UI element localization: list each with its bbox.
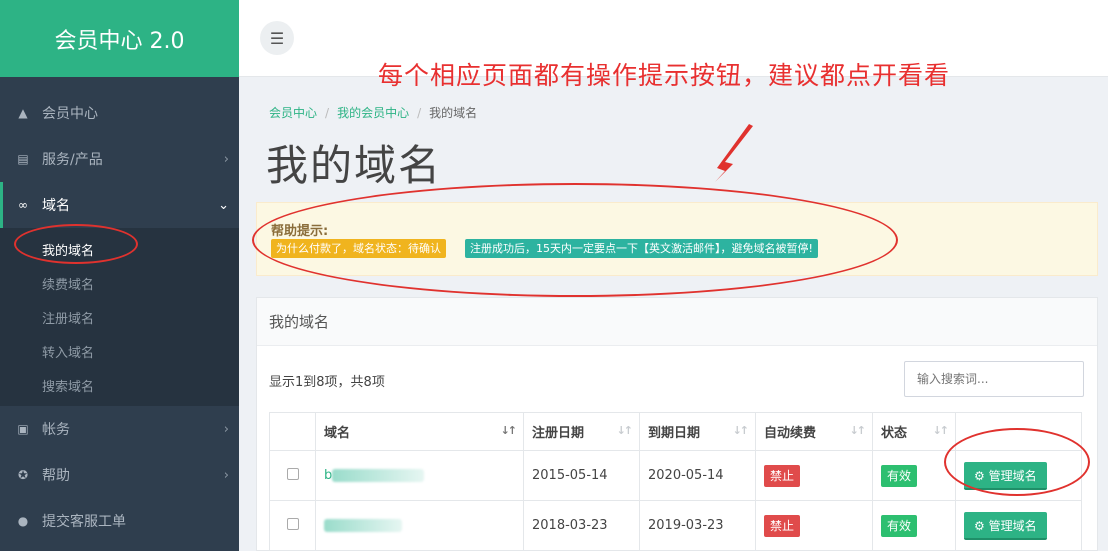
sidebar-item-services[interactable]: ▤ 服务/产品 › bbox=[0, 136, 239, 182]
column-reg-date[interactable]: 注册日期 ↓↑ bbox=[523, 412, 640, 451]
billing-icon: ▣ bbox=[17, 422, 29, 436]
help-panel: 帮助提示: 为什么付款了，域名状态：待确认 注册成功后，15天内一定要点一下【英… bbox=[256, 202, 1098, 276]
breadcrumb: 会员中心 / 我的会员中心 / 我的域名 bbox=[269, 106, 478, 120]
page-title: 我的域名 bbox=[266, 141, 443, 190]
chevron-right-icon: › bbox=[223, 151, 229, 167]
column-domain[interactable]: 域名 ↓↑ bbox=[315, 412, 524, 451]
auto-renew-badge: 禁止 bbox=[764, 514, 801, 537]
manage-domain-button[interactable]: ⚙ 管理域名 bbox=[964, 511, 1047, 540]
card-title: 我的域名 bbox=[257, 298, 1097, 346]
breadcrumb-home[interactable]: 会员中心 bbox=[269, 106, 317, 120]
help-tag-activation[interactable]: 注册成功后，15天内一定要点一下【英文激活邮件】，避免域名被暂停! bbox=[465, 239, 818, 258]
annotation-note: 每个相应页面都有操作提示按钮，建议都点开看看 bbox=[378, 61, 951, 90]
column-auto-renew[interactable]: 自动续费 ↓↑ bbox=[755, 412, 873, 451]
sort-icon: ↓↑ bbox=[500, 424, 518, 437]
exp-date-cell: 2019-03-23 bbox=[639, 500, 756, 551]
sort-icon: ↓↑ bbox=[932, 424, 950, 437]
exp-date-cell: 2020-05-14 bbox=[639, 450, 756, 501]
sidebar: 会员中心 2.0 ▲ 会员中心 ▤ 服务/产品 › ∞ 域名 ⌄ 我的域名 续费… bbox=[0, 0, 239, 551]
table-row: b 2015-05-14 2020-05-14 禁止 有效 ⚙ 管理域名 bbox=[269, 450, 1082, 501]
sidebar-item-help[interactable]: ✪ 帮助 › bbox=[0, 452, 239, 498]
chevron-right-icon: › bbox=[223, 467, 229, 483]
table-row: 2018-03-23 2019-03-23 禁止 有效 ⚙ 管理域名 bbox=[269, 500, 1082, 551]
sidebar-item-billing[interactable]: ▣ 帐务 › bbox=[0, 406, 239, 452]
chevron-down-icon: ⌄ bbox=[218, 197, 229, 213]
sidebar-item-label: 服务/产品 bbox=[42, 152, 103, 168]
breadcrumb-current: 我的域名 bbox=[429, 106, 478, 120]
sidebar-item-submit-ticket[interactable]: ● 提交客服工单 bbox=[0, 498, 239, 544]
annotation-arrow bbox=[715, 124, 753, 182]
row-checkbox[interactable] bbox=[286, 467, 299, 480]
comment-icon: ● bbox=[17, 514, 29, 528]
home-icon: ▲ bbox=[18, 106, 28, 120]
status-badge: 有效 bbox=[881, 514, 918, 537]
submenu-transfer-domain[interactable]: 转入域名 bbox=[0, 334, 239, 368]
help-tag-payment[interactable]: 为什么付款了，域名状态：待确认 bbox=[271, 239, 446, 258]
sidebar-item-domains[interactable]: ∞ 域名 ⌄ bbox=[0, 182, 239, 228]
submenu-search-domain[interactable]: 搜索域名 bbox=[0, 368, 239, 402]
search-input[interactable] bbox=[904, 361, 1084, 397]
sort-icon: ↓↑ bbox=[732, 424, 750, 437]
sidebar-nav: ▲ 会员中心 ▤ 服务/产品 › ∞ 域名 ⌄ 我的域名 续费域名 注册域名 转… bbox=[0, 90, 239, 544]
status-badge: 有效 bbox=[881, 464, 918, 487]
link-icon: ∞ bbox=[18, 198, 28, 212]
manage-domain-button[interactable]: ⚙ 管理域名 bbox=[964, 461, 1047, 490]
services-icon: ▤ bbox=[17, 152, 29, 166]
column-actions bbox=[955, 412, 1082, 451]
reg-date-cell: 2018-03-23 bbox=[523, 500, 640, 551]
sidebar-item-label: 提交客服工单 bbox=[42, 514, 126, 530]
menu-toggle-icon[interactable]: ☰ bbox=[260, 21, 294, 55]
sidebar-item-label: 域名 bbox=[42, 198, 70, 214]
sort-icon: ↓↑ bbox=[849, 424, 867, 437]
domains-table: 域名 ↓↑ 注册日期 ↓↑ 到期日期 ↓↑ 自动续费 ↓↑ 状态 ↓↑ b 2015-05… bbox=[269, 412, 1082, 551]
sidebar-item-member-center[interactable]: ▲ 会员中心 bbox=[0, 90, 239, 136]
sidebar-item-label: 帮助 bbox=[42, 468, 70, 484]
column-status[interactable]: 状态 ↓↑ bbox=[872, 412, 956, 451]
domains-card: 我的域名 显示1到8项，共8项 域名↓↑ 注册日期↓↑ 到期日期↓↑ 自动续费↓… bbox=[256, 297, 1098, 551]
help-icon: ✪ bbox=[17, 468, 29, 482]
column-exp-date[interactable]: 到期日期 ↓↑ bbox=[639, 412, 756, 451]
brand-logo[interactable]: 会员中心 2.0 bbox=[0, 0, 239, 77]
sort-icon: ↓↑ bbox=[616, 424, 634, 437]
reg-date-cell: 2015-05-14 bbox=[523, 450, 640, 501]
sidebar-item-label: 帐务 bbox=[42, 422, 70, 438]
select-column-header bbox=[269, 412, 316, 451]
breadcrumb-parent[interactable]: 我的会员中心 bbox=[337, 106, 409, 120]
auto-renew-badge: 禁止 bbox=[764, 464, 801, 487]
domain-submenu: 我的域名 续费域名 注册域名 转入域名 搜索域名 bbox=[0, 228, 239, 406]
row-checkbox[interactable] bbox=[286, 517, 299, 530]
chevron-right-icon: › bbox=[223, 421, 229, 437]
help-title: 帮助提示: bbox=[271, 224, 329, 239]
table-info: 显示1到8项，共8项 bbox=[269, 375, 385, 390]
domain-cell[interactable] bbox=[315, 500, 524, 551]
sidebar-item-label: 会员中心 bbox=[42, 106, 98, 122]
table-header-row: 域名 ↓↑ 注册日期 ↓↑ 到期日期 ↓↑ 自动续费 ↓↑ 状态 ↓↑ bbox=[269, 412, 1082, 451]
submenu-register-domain[interactable]: 注册域名 bbox=[0, 300, 239, 334]
submenu-renew-domain[interactable]: 续费域名 bbox=[0, 266, 239, 300]
domain-cell[interactable]: b bbox=[315, 450, 524, 501]
submenu-my-domains[interactable]: 我的域名 bbox=[0, 232, 239, 266]
